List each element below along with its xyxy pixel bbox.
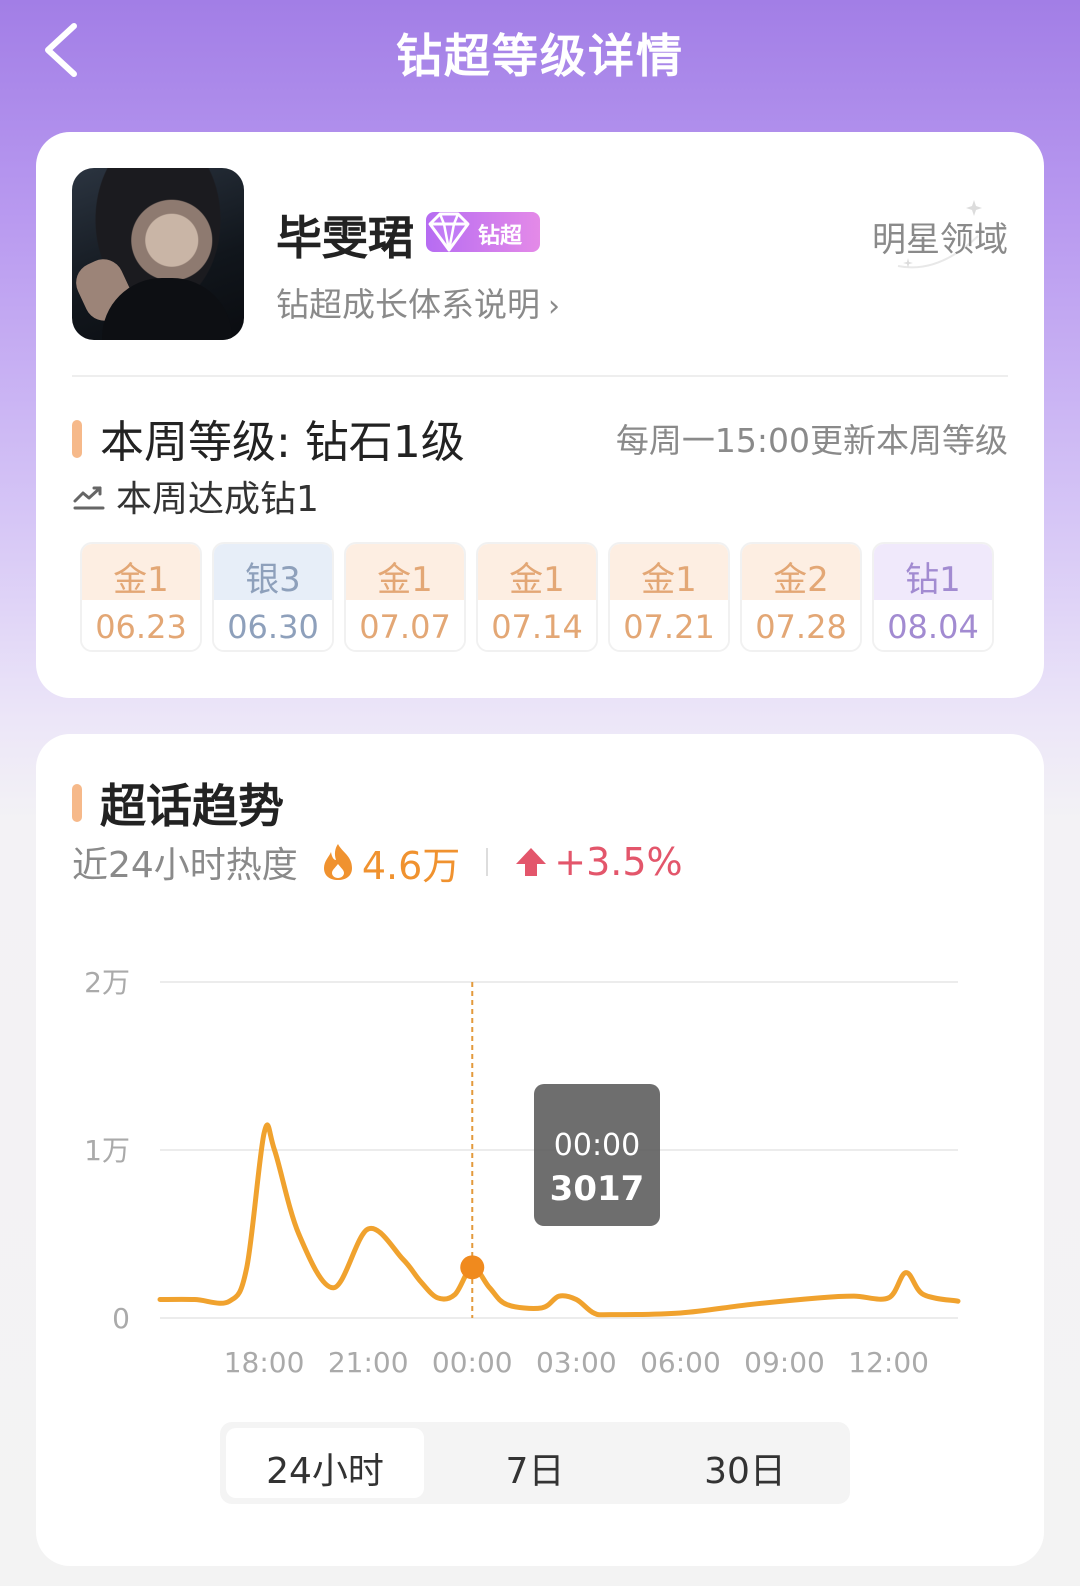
heat-change: +3.5% — [554, 840, 683, 884]
highlight-point — [460, 1255, 485, 1280]
week-level: 金1 — [478, 544, 596, 600]
x-tick-label: 03:00 — [536, 1346, 617, 1379]
page-title: 钻超等级详情 — [396, 29, 684, 83]
week-item[interactable]: 金2 07.28 — [740, 542, 862, 652]
tooltip-value: 3017 — [549, 1169, 645, 1209]
growth-system-link[interactable]: 钻超成长体系说明 › — [276, 278, 560, 326]
heat-value: 4.6万 — [361, 843, 461, 888]
week-date: 07.21 — [610, 600, 728, 650]
trend-up-icon — [73, 486, 105, 510]
star-name: 毕雯珺 — [276, 211, 414, 265]
trend-card: 超话趋势 近24小时热度 4.6万 +3.5% 2万 1万 0 18:00 21:00 0… — [36, 734, 1044, 1566]
week-date: 06.23 — [82, 600, 200, 650]
week-date: 08.04 — [874, 600, 992, 650]
top-bar: 钻超等级详情 — [0, 0, 1080, 110]
x-tick-label: 12:00 — [848, 1346, 929, 1379]
week-level: 钻1 — [874, 544, 992, 600]
week-level: 金1 — [346, 544, 464, 600]
week-item[interactable]: 银3 06.30 — [212, 542, 334, 652]
diamond-icon — [428, 212, 470, 252]
tooltip-time: 00:00 — [553, 1128, 641, 1163]
x-tick-label: 06:00 — [640, 1346, 721, 1379]
section-accent-bar — [72, 784, 82, 822]
avatar[interactable] — [72, 168, 244, 340]
separator — [486, 848, 489, 876]
badge-label: 钻超 — [478, 224, 523, 249]
weekly-level-history: 金1 06.23 银3 06.30 金1 07.07 金1 07.14 金1 0… — [80, 542, 1000, 652]
tab-7d[interactable]: 7日 — [436, 1428, 634, 1498]
section-accent-bar — [72, 420, 82, 458]
diamond-super-badge[interactable]: 钻超 — [426, 212, 540, 252]
week-item[interactable]: 金1 07.07 — [344, 542, 466, 652]
achievement-text: 本周达成钻1 — [116, 479, 319, 520]
x-tick-label: 00:00 — [432, 1346, 513, 1379]
weekly-level-title: 本周等级: 钻石1级 — [100, 417, 465, 468]
chart-tooltip: 00:00 3017 — [534, 1084, 660, 1226]
time-range-tabs: 24小时 7日 30日 — [220, 1422, 850, 1504]
achievement-row: 本周达成钻1 — [72, 474, 319, 520]
level-card: 毕雯珺 钻超 钻超成长体系说明 › 明星领域 本周等级: 钻石1级 每周一15:0… — [36, 132, 1044, 698]
heat-summary: 近24小时热度 4.6万 +3.5% — [72, 840, 683, 888]
week-item[interactable]: 金1 07.14 — [476, 542, 598, 652]
week-item[interactable]: 金1 06.23 — [80, 542, 202, 652]
chevron-right-icon: › — [548, 289, 560, 324]
week-level: 金1 — [82, 544, 200, 600]
x-tick-label: 21:00 — [328, 1346, 409, 1379]
week-item[interactable]: 钻1 08.04 — [872, 542, 994, 652]
arrow-up-icon — [516, 848, 547, 876]
week-date: 07.28 — [742, 600, 860, 650]
divider — [72, 375, 1008, 377]
x-tick-label: 18:00 — [224, 1346, 305, 1379]
y-tick-label: 2万 — [84, 966, 130, 999]
week-date: 07.07 — [346, 600, 464, 650]
fire-icon — [323, 844, 352, 880]
week-date: 06.30 — [214, 600, 332, 650]
update-note: 每周一15:00更新本周等级 — [615, 421, 1008, 460]
week-date: 07.14 — [478, 600, 596, 650]
week-level: 金2 — [742, 544, 860, 600]
y-tick-label: 1万 — [84, 1134, 130, 1167]
tab-30d[interactable]: 30日 — [646, 1428, 844, 1498]
trend-title: 超话趋势 — [100, 779, 284, 833]
growth-system-label: 钻超成长体系说明 — [276, 285, 540, 324]
heat-label: 近24小时热度 — [72, 845, 298, 886]
week-item[interactable]: 金1 07.21 — [608, 542, 730, 652]
y-tick-label: 0 — [112, 1302, 130, 1335]
week-level: 金1 — [610, 544, 728, 600]
week-level: 银3 — [214, 544, 332, 600]
tab-24h[interactable]: 24小时 — [226, 1428, 424, 1498]
star-domain-link[interactable]: 明星领域 — [872, 212, 1008, 261]
x-tick-label: 09:00 — [744, 1346, 825, 1379]
